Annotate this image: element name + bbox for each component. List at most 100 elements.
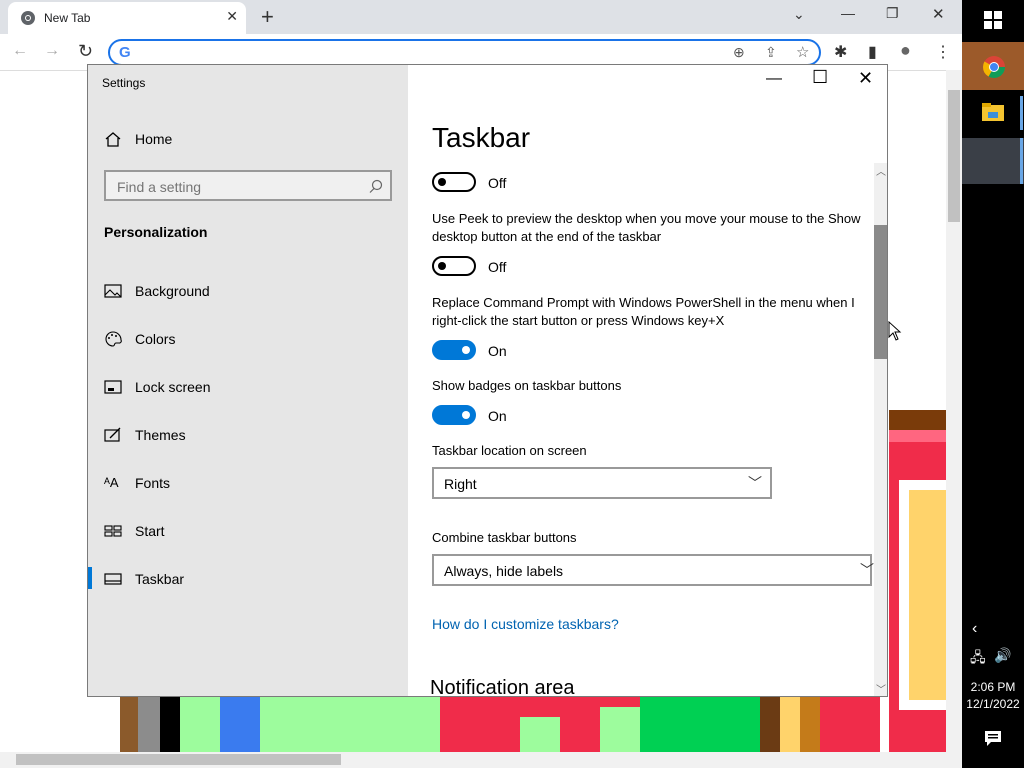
themes-brush-icon	[104, 427, 121, 442]
personalization-heading: Personalization	[104, 224, 208, 240]
find-setting-search[interactable]	[104, 170, 392, 201]
nav-taskbar-label: Taskbar	[135, 571, 185, 587]
badges-state: On	[488, 408, 507, 424]
profile-icon[interactable]: ●	[900, 40, 911, 61]
nav-home-label: Home	[135, 131, 173, 147]
settings-sidebar: Settings Home Personalization Background	[88, 65, 408, 696]
side-panel-icon[interactable]: ▮	[868, 42, 877, 62]
nav-home[interactable]: Home	[88, 119, 408, 159]
scroll-down-icon[interactable]: ﹀	[876, 681, 886, 696]
nav-fonts[interactable]: ᴬA Fonts	[88, 463, 408, 503]
taskbar-date[interactable]: 12/1/2022	[962, 697, 1024, 711]
page-horizontal-scroll-thumb[interactable]	[16, 754, 341, 765]
search-icon	[369, 179, 383, 193]
chrome-taskbar-icon[interactable]	[982, 55, 1006, 79]
powershell-description: Replace Command Prompt with Windows Powe…	[432, 295, 855, 328]
lock-screen-icon	[104, 380, 122, 394]
toggle-powershell[interactable]	[432, 340, 476, 360]
nav-colors-label: Colors	[135, 331, 176, 347]
zoom-icon[interactable]: ⊕	[733, 44, 745, 61]
show-hidden-icons-icon[interactable]: ‹	[972, 620, 977, 638]
settings-indicator	[1020, 138, 1023, 184]
google-icon: G	[119, 44, 131, 61]
nav-start[interactable]: Start	[88, 511, 408, 551]
settings-content: Taskbar Off Use Peek to preview the desk…	[430, 65, 874, 697]
chevron-down-icon: ﹀	[748, 475, 762, 491]
nav-taskbar[interactable]: Taskbar	[88, 559, 408, 599]
page-title: Taskbar	[432, 122, 531, 153]
restore-browser-button[interactable]: ❐	[886, 5, 899, 22]
address-bar[interactable]: G ⊕ ⇪ ☆	[108, 39, 821, 66]
mouse-cursor-icon	[888, 321, 902, 341]
toggle-1-state: Off	[488, 175, 507, 191]
nav-fonts-label: Fonts	[135, 475, 171, 491]
content-scroll-thumb[interactable]	[874, 225, 887, 359]
badges-description: Show badges on taskbar buttons	[432, 378, 622, 393]
close-browser-button[interactable]: ✕	[932, 5, 945, 23]
new-tab-button[interactable]: +	[261, 4, 274, 30]
customize-taskbars-link[interactable]: How do I customize taskbars?	[432, 616, 619, 632]
toggle-knob	[438, 262, 446, 270]
search-input[interactable]	[115, 176, 359, 198]
forward-icon[interactable]: →	[44, 42, 60, 60]
nav-themes[interactable]: Themes	[88, 415, 408, 455]
tab-title: New Tab	[44, 11, 91, 25]
location-label: Taskbar location on screen	[432, 443, 587, 458]
start-windows-icon[interactable]	[984, 11, 1002, 29]
toggle-knob	[438, 178, 446, 186]
tab-new-tab[interactable]: New Tab ✕	[8, 2, 246, 34]
combine-label: Combine taskbar buttons	[432, 530, 577, 545]
scroll-up-icon[interactable]: ︿	[876, 163, 886, 178]
explorer-indicator	[1020, 96, 1023, 130]
nav-colors[interactable]: Colors	[88, 319, 408, 359]
network-icon[interactable]: 🖧	[970, 647, 986, 671]
background-image-icon	[104, 284, 122, 298]
location-value: Right	[444, 476, 477, 492]
settings-window: Settings Home Personalization Background	[87, 64, 888, 697]
extensions-icon[interactable]: ✱	[834, 42, 847, 62]
nav-themes-label: Themes	[135, 427, 186, 443]
tab-search-button[interactable]: ⌄	[793, 6, 805, 23]
menu-icon[interactable]: ⋮	[935, 42, 951, 62]
toggle-knob	[462, 411, 470, 419]
toggle-knob	[462, 346, 470, 354]
combine-value: Always, hide labels	[444, 563, 564, 579]
nav-background[interactable]: Background	[88, 271, 408, 311]
chevron-down-icon: ﹀	[860, 562, 874, 578]
powershell-state: On	[488, 343, 507, 359]
nav-lock-screen-label: Lock screen	[135, 379, 211, 395]
tab-close-button[interactable]: ✕	[226, 8, 238, 25]
minimize-browser-button[interactable]: —	[841, 5, 855, 21]
taskbar-settings-slot[interactable]	[962, 138, 1024, 184]
nav-lock-screen[interactable]: Lock screen	[88, 367, 408, 407]
file-explorer-icon[interactable]	[982, 103, 1004, 121]
fonts-icon: ᴬA	[104, 475, 119, 490]
settings-app-title: Settings	[102, 76, 146, 90]
page-pixel-art-bottom	[120, 697, 946, 752]
taskbar-time[interactable]: 2:06 PM	[962, 680, 1024, 694]
notification-area-heading: Notification area	[430, 677, 575, 697]
nav-background-label: Background	[135, 283, 210, 299]
peek-state: Off	[488, 259, 507, 275]
combine-buttons-dropdown[interactable]: Always, hide labels ﹀	[432, 554, 874, 586]
home-icon	[105, 132, 121, 147]
back-icon[interactable]: ←	[12, 42, 28, 60]
nav-active-indicator	[88, 567, 92, 589]
toggle-peek[interactable]	[432, 256, 476, 276]
toggle-setting-1[interactable]	[432, 172, 476, 192]
share-icon[interactable]: ⇪	[765, 44, 777, 61]
reload-icon[interactable]: ↻	[78, 41, 93, 62]
page-vertical-scroll-thumb[interactable]	[948, 90, 960, 222]
bookmark-star-icon[interactable]: ☆	[796, 43, 809, 61]
volume-icon[interactable]: 🔊	[994, 647, 1011, 664]
action-center-icon[interactable]	[985, 731, 1001, 746]
taskbar-location-dropdown[interactable]: Right ﹀	[432, 467, 772, 499]
peek-description: Use Peek to preview the desktop when you…	[432, 211, 861, 244]
page-pixel-art-right	[889, 410, 946, 752]
nav-start-label: Start	[135, 523, 165, 539]
taskbar-icon	[104, 573, 122, 585]
toggle-badges[interactable]	[432, 405, 476, 425]
palette-icon	[105, 331, 122, 347]
chrome-icon	[21, 11, 35, 25]
start-menu-icon	[104, 525, 122, 537]
